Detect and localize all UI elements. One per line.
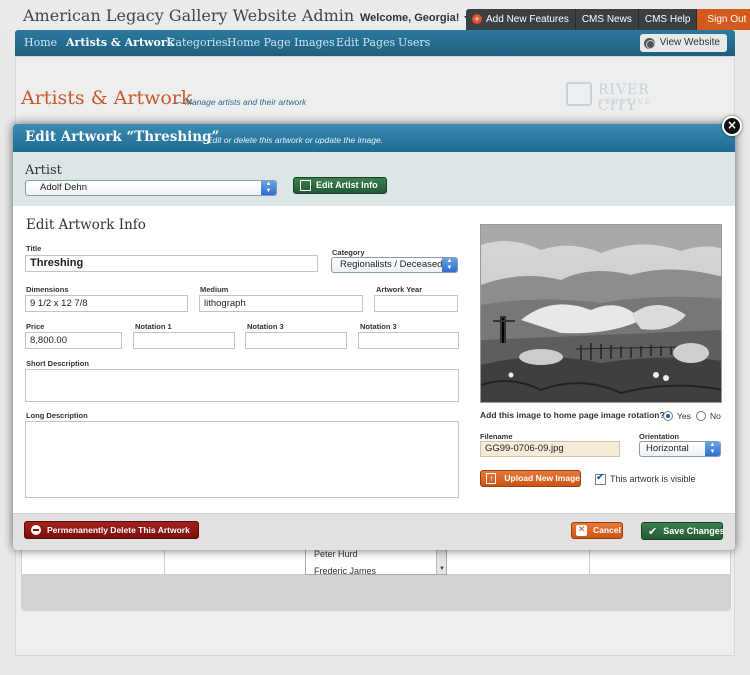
select-arrows-icon: ▲ ▼ [705, 442, 720, 456]
artwork-visible-label: This artwork is visible [610, 474, 696, 484]
notation-2-label: Notation 3 [247, 322, 284, 331]
rotation-no-radio[interactable] [696, 411, 706, 421]
artist-label: Artist [25, 163, 62, 178]
rotation-yes-radio[interactable] [663, 411, 673, 421]
edit-artist-info-button[interactable]: Edit Artist Info [293, 177, 387, 194]
nav-home-page-images[interactable]: Home Page Images [227, 36, 335, 49]
welcome-text: Welcome, Georgia! [360, 12, 460, 24]
orientation-label: Orientation [639, 432, 680, 441]
site-title: American Legacy Gallery Website Admin [23, 6, 355, 25]
notation-2-field[interactable] [245, 332, 347, 349]
modal-title: Edit Artwork “Threshing” [25, 129, 220, 145]
dimensions-field[interactable]: 9 1/2 x 12 7/8 [25, 295, 188, 312]
edit-artwork-modal: Edit Artwork “Threshing” — Edit or delet… [13, 124, 735, 550]
background-footer [21, 575, 731, 611]
medium-label: Medium [200, 285, 229, 294]
artist-select[interactable]: Adolf Dehn ▲ ▼ [25, 180, 277, 196]
company-logo: RIVER CITY CREATIVE [566, 78, 678, 114]
list-scrollbar[interactable] [436, 546, 446, 574]
notation-1-field[interactable] [133, 332, 235, 349]
section-title: Edit Artwork Info [26, 217, 146, 233]
page-subtitle: — Manage artists and their artwork [174, 97, 307, 107]
upload-icon: ↑ [486, 473, 497, 484]
rotation-question: Add this image to home page image rotati… [480, 410, 665, 420]
notation-3-label: Notation 3 [360, 322, 397, 331]
rotation-no-label: No [710, 411, 721, 421]
edit-icon [300, 180, 311, 191]
table-cell [448, 546, 590, 576]
long-description-field[interactable] [25, 421, 459, 498]
rotation-yes-label: Yes [677, 411, 691, 421]
modal-subtitle: — Edit or delete this artwork or update … [196, 135, 384, 145]
table-cell [165, 546, 306, 576]
dimensions-label: Dimensions [26, 285, 69, 294]
artwork-year-field[interactable] [374, 295, 458, 312]
top-bar: American Legacy Gallery Website Admin We… [0, 0, 750, 30]
long-description-label: Long Description [26, 411, 88, 420]
select-arrows-icon: ▲ ▼ [261, 181, 276, 195]
delete-artwork-button[interactable]: Permenanently Delete This Artwork [24, 521, 199, 539]
short-description-label: Short Description [26, 359, 89, 368]
main-nav: Home Artists & Artwork Categories Home P… [15, 30, 735, 56]
close-icon: ✕ [576, 525, 587, 536]
cancel-button[interactable]: ✕ Cancel [571, 522, 623, 539]
page-title: Artists & Artwork [21, 87, 193, 109]
price-label: Price [26, 322, 45, 331]
filename-field[interactable]: GG99-0706-09.jpg [480, 441, 620, 457]
artist-select-value: Adolf Dehn [40, 182, 88, 193]
table-cell [590, 546, 732, 576]
logo-subtext: CREATIVE [598, 98, 653, 106]
orientation-select-value: Horizontal [646, 443, 689, 454]
title-field[interactable]: Threshing [25, 255, 318, 272]
logo-mark-icon [566, 82, 592, 106]
notation-3-field[interactable] [358, 332, 459, 349]
nav-categories[interactable]: Categories [167, 36, 228, 49]
table-cell [22, 546, 165, 576]
medium-field[interactable]: lithograph [199, 295, 363, 312]
artwork-year-label: Artwork Year [376, 285, 423, 294]
nav-artists-artwork[interactable]: Artists & Artwork [66, 36, 174, 49]
price-field[interactable]: 8,800.00 [25, 332, 122, 349]
close-icon[interactable]: × [722, 116, 742, 136]
artwork-image [480, 224, 722, 403]
nav-edit-pages[interactable]: Edit Pages [336, 36, 395, 49]
notation-1-label: Notation 1 [135, 322, 172, 331]
nav-home[interactable]: Home [24, 36, 57, 49]
category-select[interactable]: Regionalists / Deceased ▲ ▼ [331, 257, 458, 273]
plus-icon: + [472, 14, 482, 24]
globe-icon [643, 37, 655, 49]
save-changes-button[interactable]: ✔ Save Changes [641, 522, 725, 540]
title-label: Title [26, 244, 42, 253]
top-button-group: + Add New Features CMS News CMS Help Sign… [466, 9, 750, 30]
modal-header: Edit Artwork “Threshing” — Edit or delet… [13, 124, 735, 152]
filename-label: Filename [480, 432, 513, 441]
cms-news-button[interactable]: CMS News [576, 9, 639, 30]
checkmark-icon: ✔ [648, 524, 658, 538]
upload-new-image-button[interactable]: ↑ Upload New Image [480, 470, 581, 487]
sign-out-button[interactable]: Sign Out [697, 9, 750, 30]
nav-users[interactable]: Users [398, 36, 430, 49]
select-arrows-icon: ▲ ▼ [442, 258, 457, 272]
minus-icon [31, 525, 41, 535]
add-new-features-button[interactable]: + Add New Features [466, 9, 576, 30]
view-website-button[interactable]: View Website [639, 34, 727, 52]
cms-help-button[interactable]: CMS Help [639, 9, 698, 30]
artwork-visible-checkbox[interactable] [595, 472, 606, 485]
user-menu[interactable]: Welcome, Georgia! [360, 12, 473, 24]
category-select-value: Regionalists / Deceased [340, 259, 443, 270]
artwork-lithograph-illustration [481, 225, 721, 402]
short-description-field[interactable] [25, 369, 459, 402]
category-label: Category [332, 248, 365, 257]
orientation-select[interactable]: Horizontal ▲ ▼ [639, 441, 721, 457]
